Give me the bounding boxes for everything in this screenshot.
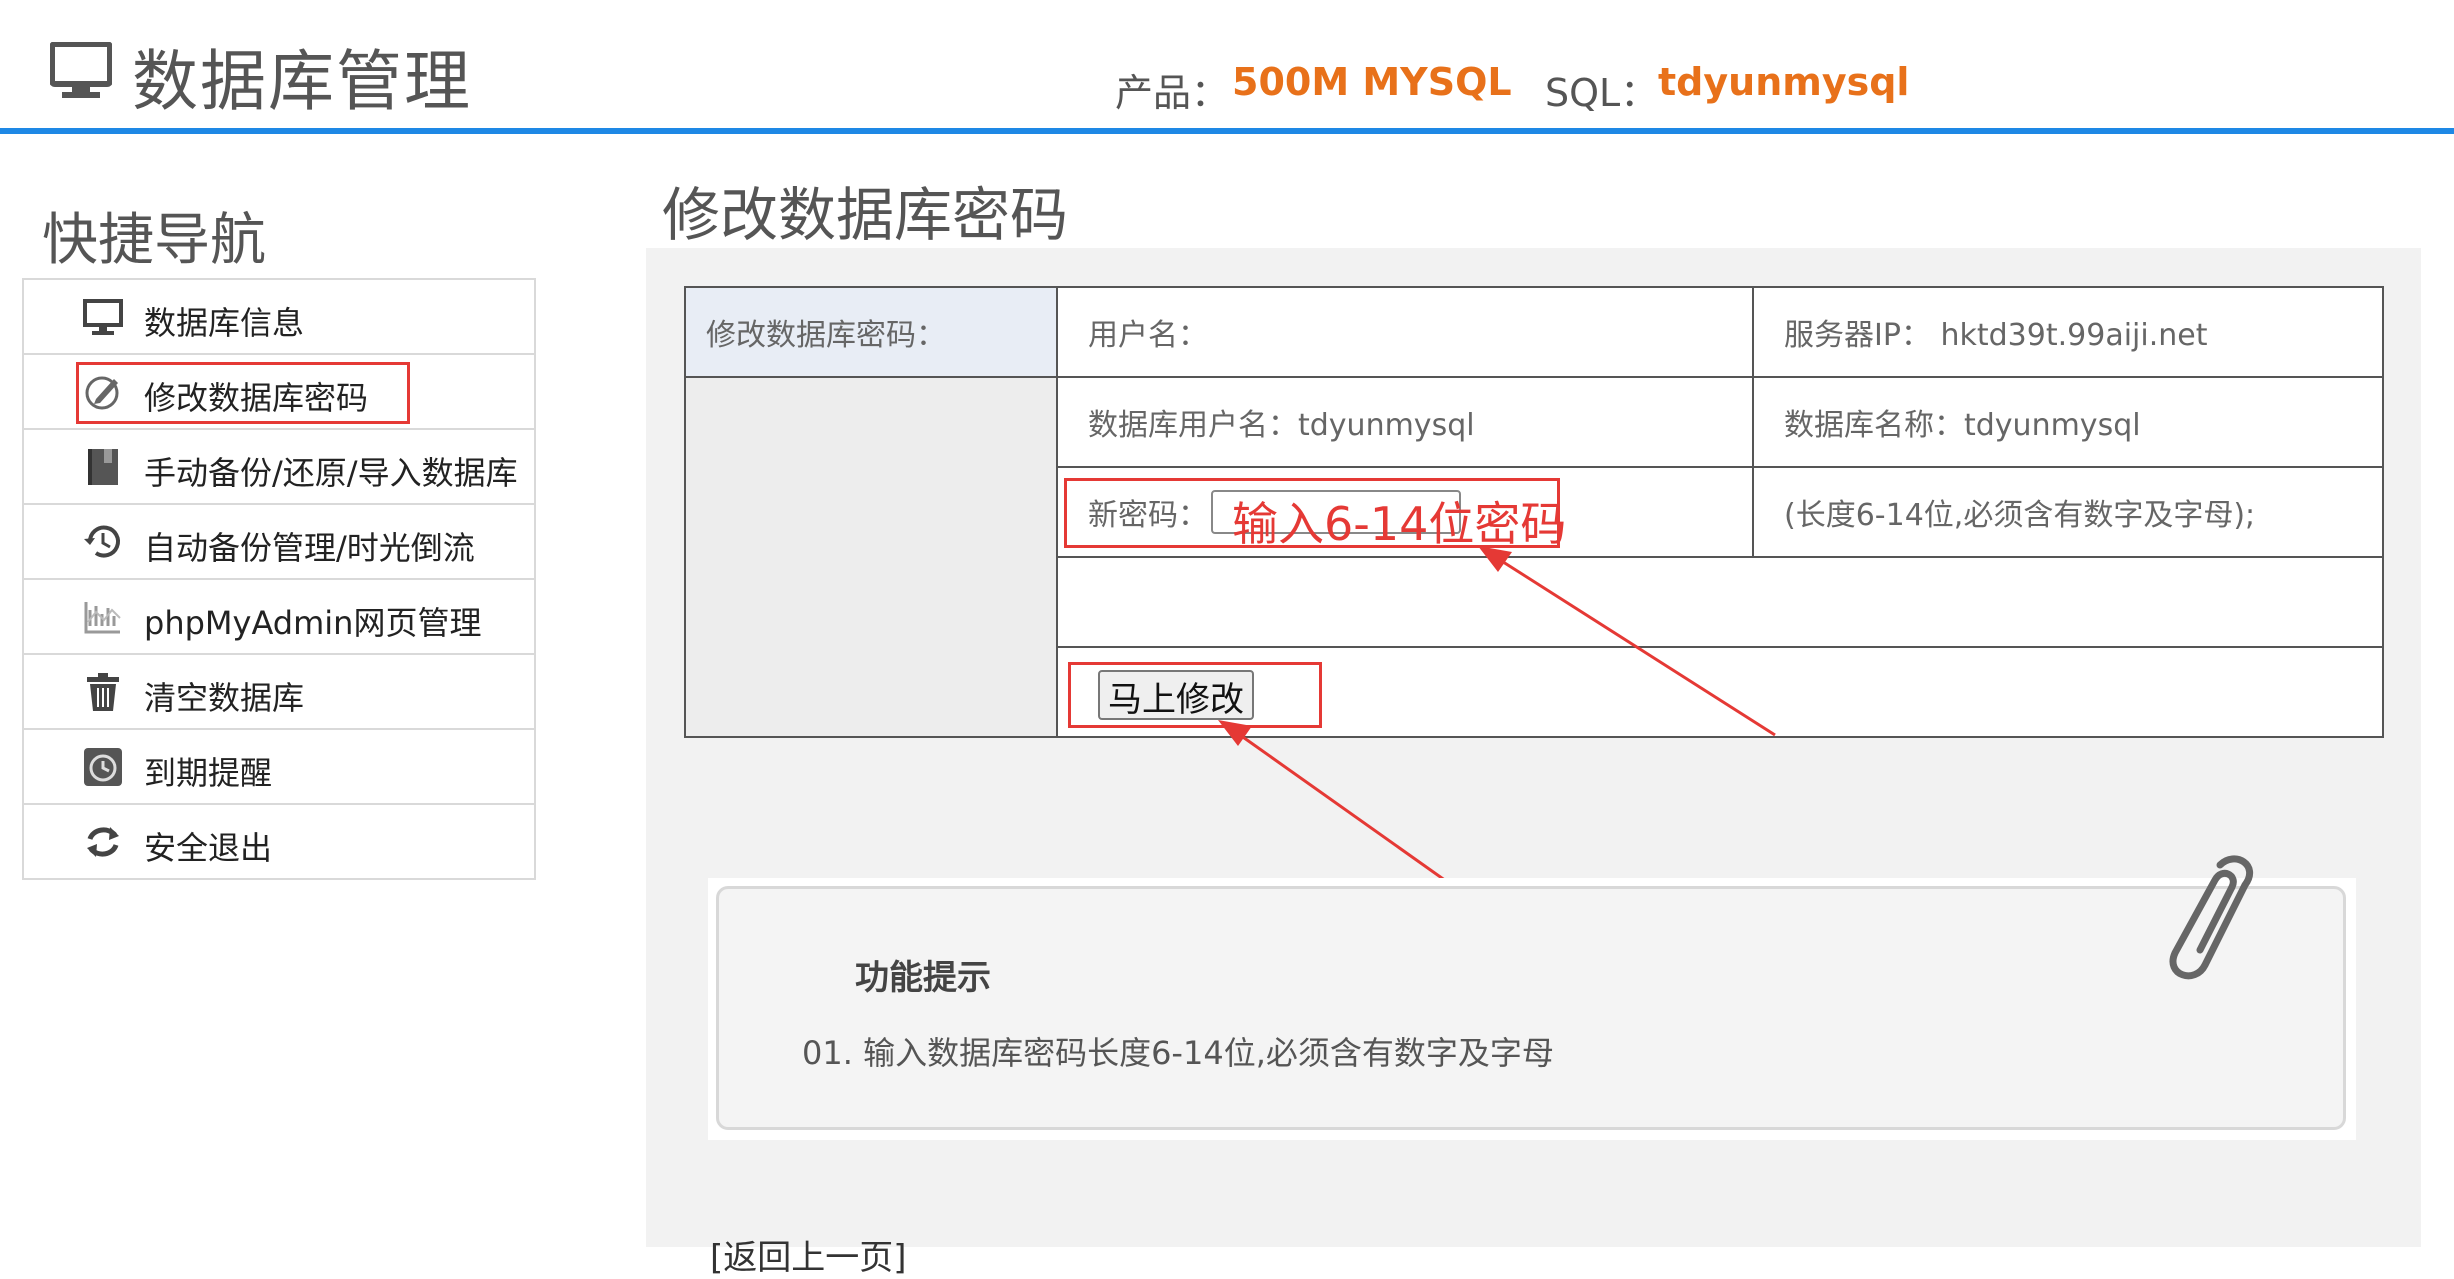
- book-icon: [88, 449, 118, 485]
- page-title: 修改数据库密码: [662, 181, 1069, 249]
- username-cell: 用户名：: [1056, 286, 1754, 378]
- new-password-cell: 新密码： 输入6-14位密码: [1056, 466, 1754, 558]
- form-side-header: 修改数据库密码：: [684, 286, 1058, 378]
- monitor-icon: [83, 299, 123, 335]
- server-ip-cell: 服务器IP： hktd39t.99aiji.net: [1752, 286, 2384, 378]
- app-title: 数据库管理: [132, 43, 472, 120]
- sidebar-nav: 数据库信息 修改数据库密码 手动备份/还原/导入数据库 自动备份管理/时光倒流 …: [22, 278, 536, 880]
- sidebar-item-label: 自动备份管理/时光倒流: [144, 529, 475, 567]
- annotation-highlight-box: [1064, 478, 1560, 548]
- product-value: 500M MYSQL: [1232, 60, 1512, 104]
- submit-cell: 马上修改: [1056, 646, 2384, 738]
- trash-icon: [87, 673, 119, 711]
- sidebar-item-label: 到期提醒: [144, 754, 273, 792]
- sidebar-item-label: 手动备份/还原/导入数据库: [144, 454, 518, 492]
- tip-title: 功能提示: [855, 958, 991, 998]
- back-link[interactable]: [返回上一页]: [710, 1230, 907, 1279]
- sidebar-item-expiry[interactable]: 到期提醒: [24, 730, 534, 805]
- header-divider: [0, 128, 2454, 134]
- header: 数据库管理 产品： 500M MYSQL SQL： tdyunmysql: [0, 0, 2454, 130]
- db-name-cell: 数据库名称：tdyunmysql: [1752, 376, 2384, 468]
- form-side-blank: [684, 376, 1058, 738]
- sidebar-item-label: phpMyAdmin网页管理: [144, 604, 482, 642]
- password-form-table: 修改数据库密码： 用户名： 服务器IP： hktd39t.99aiji.net …: [684, 286, 2384, 738]
- sidebar-item-phpmyadmin[interactable]: phpMyAdmin网页管理: [24, 580, 534, 655]
- refresh-icon: [87, 827, 119, 857]
- empty-row: [1056, 556, 2384, 648]
- sidebar-item-manual-backup[interactable]: 手动备份/还原/导入数据库: [24, 430, 534, 505]
- sidebar-item-db-info[interactable]: 数据库信息: [24, 280, 534, 355]
- nav-title: 快捷导航: [42, 208, 266, 273]
- clock-icon: [84, 748, 122, 786]
- sidebar-item-label: 清空数据库: [144, 679, 305, 717]
- sidebar-item-auto-backup[interactable]: 自动备份管理/时光倒流: [24, 505, 534, 580]
- sidebar-item-logout[interactable]: 安全退出: [24, 805, 534, 880]
- tip-card: [716, 886, 2346, 1130]
- annotation-highlight-box: [76, 362, 410, 424]
- product-label: 产品：: [1115, 71, 1230, 115]
- sql-value: tdyunmysql: [1658, 60, 1910, 104]
- sql-label: SQL：: [1545, 71, 1659, 115]
- chart-icon: [84, 602, 121, 634]
- paperclip-icon: [2169, 855, 2254, 980]
- sidebar-item-clear-db[interactable]: 清空数据库: [24, 655, 534, 730]
- history-icon: [84, 525, 120, 558]
- sidebar-item-label: 安全退出: [144, 829, 273, 867]
- sidebar-item-label: 数据库信息: [144, 304, 305, 342]
- tip-item: 01. 输入数据库密码长度6-14位,必须含有数字及字母: [802, 1034, 1554, 1072]
- db-user-cell: 数据库用户名：tdyunmysql: [1056, 376, 1754, 468]
- annotation-highlight-box: [1068, 662, 1322, 728]
- password-hint: (长度6-14位,必须含有数字及字母);: [1752, 466, 2384, 558]
- monitor-icon: [50, 42, 112, 98]
